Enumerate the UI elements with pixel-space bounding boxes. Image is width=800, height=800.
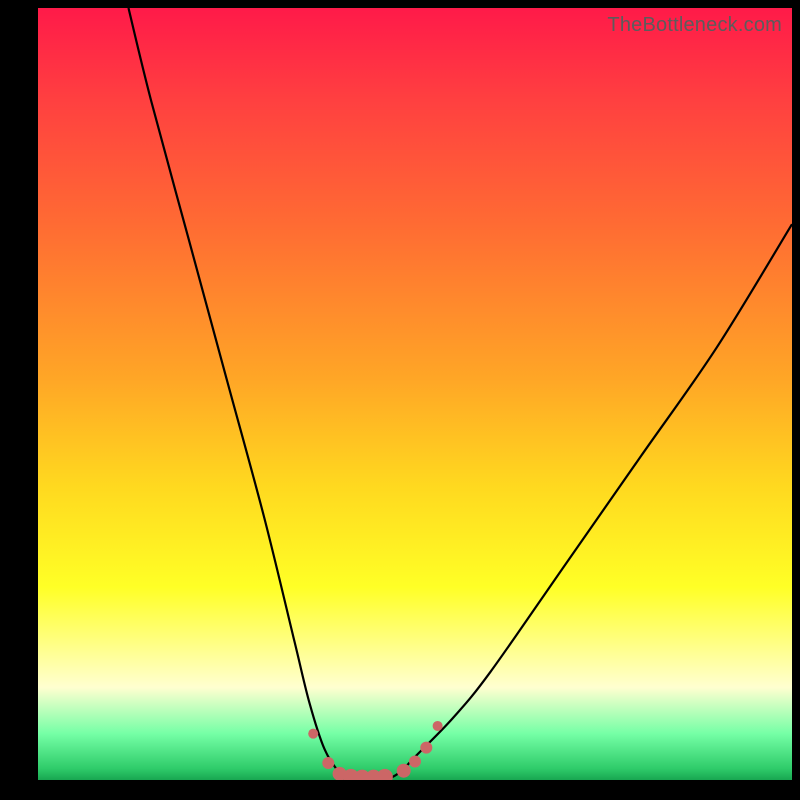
chart-plot-area: TheBottleneck.com — [38, 8, 792, 780]
highlight-dot — [409, 755, 421, 767]
highlight-dot — [420, 742, 432, 754]
chart-svg — [38, 8, 792, 780]
highlight-dot — [377, 769, 393, 780]
highlight-dot — [397, 764, 411, 778]
bottleneck-curve-path — [128, 8, 792, 780]
highlight-dot — [433, 721, 443, 731]
highlight-dots-group — [308, 721, 442, 780]
highlight-dot — [308, 729, 318, 739]
highlight-dot — [322, 757, 334, 769]
chart-frame: TheBottleneck.com — [0, 0, 800, 800]
